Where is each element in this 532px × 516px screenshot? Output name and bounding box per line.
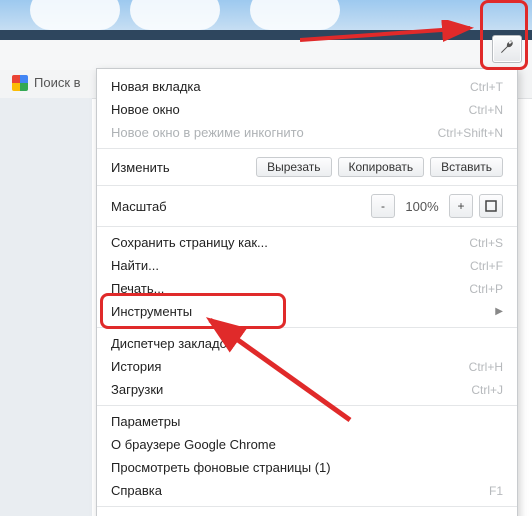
shortcut-text: Ctrl+S (469, 236, 503, 250)
menu-item-help[interactable]: Справка F1 (97, 479, 517, 502)
shortcut-text: Ctrl+Shift+N (438, 126, 503, 140)
menu-item-label: Параметры (111, 414, 180, 429)
fullscreen-button[interactable] (479, 194, 503, 218)
shortcut-text: Ctrl+N (469, 103, 503, 117)
menu-row-edit: Изменить Вырезать Копировать Вставить (97, 153, 517, 181)
wrench-menu-button[interactable] (492, 35, 522, 63)
browser-toolbar (0, 40, 532, 71)
menu-item-label: Печать... (111, 281, 164, 296)
menu-item-label: Новое окно в режиме инкогнито (111, 125, 304, 140)
menu-item-incognito[interactable]: Новое окно в режиме инкогнито Ctrl+Shift… (97, 121, 517, 144)
shortcut-text: Ctrl+T (470, 80, 503, 94)
zoom-out-button[interactable]: - (371, 194, 395, 218)
shortcut-text: Ctrl+J (471, 383, 503, 397)
shortcut-text: F1 (489, 484, 503, 498)
menu-item-new-tab[interactable]: Новая вкладка Ctrl+T (97, 75, 517, 98)
shortcut-text: Ctrl+H (469, 360, 503, 374)
menu-separator (97, 506, 517, 507)
cut-button[interactable]: Вырезать (256, 157, 331, 177)
menu-separator (97, 148, 517, 149)
shortcut-text: Ctrl+P (469, 282, 503, 296)
decorative-cloud (250, 0, 340, 30)
shortcut-text: Ctrl+F (470, 259, 503, 273)
window-title-area (0, 0, 532, 30)
chevron-right-icon: ▶ (495, 306, 503, 317)
zoom-in-button[interactable]: + (449, 194, 473, 218)
menu-item-label: Новое окно (111, 102, 180, 117)
menu-separator (97, 185, 517, 186)
google-icon (12, 75, 28, 91)
menu-item-label: Найти... (111, 258, 159, 273)
menu-item-history[interactable]: История Ctrl+H (97, 355, 517, 378)
fullscreen-icon (485, 200, 497, 212)
menu-item-save-page[interactable]: Сохранить страницу как... Ctrl+S (97, 231, 517, 254)
menu-item-label: Инструменты (111, 304, 192, 319)
menu-item-label: Масштаб (111, 199, 167, 214)
menu-item-label: Просмотреть фоновые страницы (1) (111, 460, 331, 475)
menu-item-bookmark-manager[interactable]: Диспетчер закладок (97, 332, 517, 355)
zoom-percent: 100% (401, 199, 443, 214)
decorative-cloud (130, 0, 220, 30)
menu-item-exit[interactable]: Выход (97, 511, 517, 516)
bookmark-search-link[interactable]: Поиск в (34, 75, 81, 90)
copy-button[interactable]: Копировать (338, 157, 425, 177)
menu-item-about[interactable]: О браузере Google Chrome (97, 433, 517, 456)
menu-item-label: Изменить (111, 160, 170, 175)
menu-separator (97, 327, 517, 328)
menu-item-label: Загрузки (111, 382, 163, 397)
page-background (0, 98, 92, 516)
menu-item-label: Справка (111, 483, 162, 498)
menu-item-label: Диспетчер закладок (111, 336, 233, 351)
menu-item-background-pages[interactable]: Просмотреть фоновые страницы (1) (97, 456, 517, 479)
menu-item-label: О браузере Google Chrome (111, 437, 276, 452)
menu-item-settings[interactable]: Параметры (97, 410, 517, 433)
menu-item-label: История (111, 359, 161, 374)
menu-item-label: Сохранить страницу как... (111, 235, 268, 250)
menu-item-label: Новая вкладка (111, 79, 201, 94)
menu-item-new-window[interactable]: Новое окно Ctrl+N (97, 98, 517, 121)
decorative-cloud (30, 0, 120, 30)
wrench-menu: Новая вкладка Ctrl+T Новое окно Ctrl+N Н… (96, 68, 518, 516)
tabstrip-area (0, 30, 532, 40)
menu-item-tools[interactable]: Инструменты ▶ (97, 300, 517, 323)
menu-separator (97, 226, 517, 227)
menu-item-downloads[interactable]: Загрузки Ctrl+J (97, 378, 517, 401)
menu-separator (97, 405, 517, 406)
paste-button[interactable]: Вставить (430, 157, 503, 177)
menu-item-find[interactable]: Найти... Ctrl+F (97, 254, 517, 277)
menu-item-print[interactable]: Печать... Ctrl+P (97, 277, 517, 300)
wrench-icon (499, 39, 515, 59)
menu-row-zoom: Масштаб - 100% + (97, 190, 517, 222)
